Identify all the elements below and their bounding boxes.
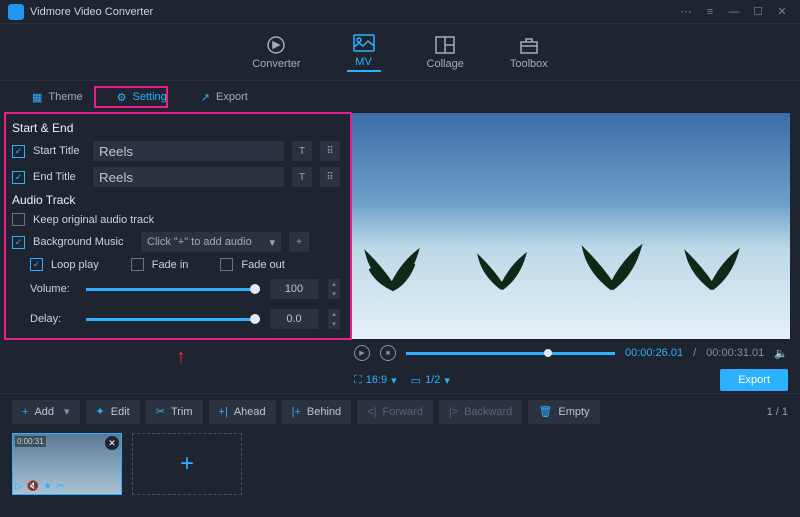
progress-slider[interactable] xyxy=(406,352,615,355)
end-title-font-button[interactable]: T xyxy=(292,167,312,187)
app-title: Vidmore Video Converter xyxy=(30,6,153,18)
start-title-input[interactable] xyxy=(93,141,284,161)
keep-original-label: Keep original audio track xyxy=(33,214,154,226)
end-title-input[interactable] xyxy=(93,167,284,187)
nav-converter[interactable]: Converter xyxy=(252,35,300,70)
ahead-button[interactable]: +|Ahead xyxy=(209,400,276,424)
page-icon: ▭ xyxy=(411,374,421,387)
fade-out-checkbox[interactable] xyxy=(220,258,233,271)
loop-play-checkbox[interactable]: ✓ xyxy=(30,258,43,271)
page-selector[interactable]: ▭1/2▾ xyxy=(411,374,450,387)
trim-button[interactable]: ✂Trim xyxy=(146,400,203,424)
forward-button[interactable]: <|Forward xyxy=(357,400,433,424)
collage-icon xyxy=(434,35,456,55)
wand-icon: ✦ xyxy=(96,405,105,418)
mv-icon xyxy=(353,33,375,53)
minimize-icon[interactable]: — xyxy=(724,2,744,22)
nav-toolbox[interactable]: Toolbox xyxy=(510,35,548,70)
settings-panel: Start & End ✓ Start Title T ⠿ ✓ End Titl… xyxy=(0,113,352,393)
forward-icon: <| xyxy=(367,406,376,418)
start-title-checkbox[interactable]: ✓ xyxy=(12,145,25,158)
clip-thumbnail[interactable]: 0:00:31 ✕ ▷ 🔇 ★ ✂ xyxy=(12,433,122,495)
volume-down[interactable]: ▾ xyxy=(328,289,340,299)
ratio-selector[interactable]: ⛶16:9▾ xyxy=(354,374,397,387)
volume-icon[interactable]: 🔈 xyxy=(774,347,788,360)
audio-track-heading: Audio Track xyxy=(12,193,340,207)
end-title-effect-button[interactable]: ⠿ xyxy=(320,167,340,187)
play-button[interactable]: ▶ xyxy=(354,345,370,361)
delay-value[interactable]: 0.0 xyxy=(270,309,318,329)
menu-icon[interactable]: ≡ xyxy=(700,2,720,22)
clip-duration: 0:00:31 xyxy=(15,436,46,447)
time-current: 00:00:26.01 xyxy=(625,347,683,359)
chevron-down-icon: ▾ xyxy=(64,405,70,418)
tab-setting[interactable]: ⚙Setting xyxy=(109,87,175,108)
maximize-icon[interactable]: ☐ xyxy=(748,2,768,22)
start-title-font-button[interactable]: T xyxy=(292,141,312,161)
fade-in-checkbox[interactable] xyxy=(131,258,144,271)
nav-mv[interactable]: MV xyxy=(347,33,381,72)
tab-theme[interactable]: ▦Theme xyxy=(24,87,91,108)
export-icon: ↗ xyxy=(201,91,210,104)
start-title-label: Start Title xyxy=(33,145,85,157)
volume-slider[interactable] xyxy=(86,288,260,291)
ahead-icon: +| xyxy=(219,406,228,418)
bg-music-checkbox[interactable]: ✓ xyxy=(12,236,25,249)
feedback-icon[interactable]: ⋯ xyxy=(676,2,696,22)
delay-slider[interactable] xyxy=(86,318,260,321)
plus-icon: + xyxy=(22,406,28,418)
converter-icon xyxy=(265,35,287,55)
stop-button[interactable]: ■ xyxy=(380,345,396,361)
trash-icon: 🗑 xyxy=(538,405,552,418)
gear-icon: ⚙ xyxy=(117,91,127,104)
bg-music-label: Background Music xyxy=(33,236,133,248)
keep-original-checkbox[interactable] xyxy=(12,213,25,226)
empty-button[interactable]: 🗑Empty xyxy=(528,400,599,424)
backward-icon: |> xyxy=(449,406,458,418)
clip-mute-icon[interactable]: 🔇 xyxy=(27,481,39,492)
delay-down[interactable]: ▾ xyxy=(328,319,340,329)
volume-label: Volume: xyxy=(30,283,76,295)
chevron-down-icon: ▾ xyxy=(269,236,275,249)
export-button[interactable]: Export xyxy=(720,369,788,391)
start-end-heading: Start & End xyxy=(12,121,340,135)
delay-label: Delay: xyxy=(30,313,76,325)
behind-icon: |+ xyxy=(292,406,301,418)
add-audio-button[interactable]: + xyxy=(289,232,309,252)
add-button[interactable]: +Add▾ xyxy=(12,400,80,424)
preview-video xyxy=(352,113,790,339)
chevron-down-icon: ▾ xyxy=(391,374,397,387)
clip-play-icon[interactable]: ▷ xyxy=(15,481,23,492)
toolbox-icon xyxy=(518,35,540,55)
nav-collage[interactable]: Collage xyxy=(427,35,464,70)
time-total: 00:00:31.01 xyxy=(706,347,764,359)
bg-music-dropdown[interactable]: Click "+" to add audio▾ xyxy=(141,232,281,252)
edit-button[interactable]: ✦Edit xyxy=(86,400,140,424)
add-clip-slot[interactable]: + xyxy=(132,433,242,495)
behind-button[interactable]: |+Behind xyxy=(282,400,352,424)
volume-up[interactable]: ▴ xyxy=(328,279,340,289)
scissors-icon: ✂ xyxy=(156,405,165,418)
chevron-down-icon: ▾ xyxy=(444,374,450,387)
plus-icon: + xyxy=(180,450,194,478)
end-title-label: End Title xyxy=(33,171,85,183)
clip-edit-icon[interactable]: ✂ xyxy=(56,481,64,492)
backward-button[interactable]: |>Backward xyxy=(439,400,523,424)
app-logo xyxy=(8,4,24,20)
close-icon[interactable]: ✕ xyxy=(772,2,792,22)
theme-icon: ▦ xyxy=(32,91,42,104)
volume-value[interactable]: 100 xyxy=(270,279,318,299)
end-title-checkbox[interactable]: ✓ xyxy=(12,171,25,184)
delay-up[interactable]: ▴ xyxy=(328,309,340,319)
start-title-effect-button[interactable]: ⠿ xyxy=(320,141,340,161)
page-count: 1 / 1 xyxy=(767,406,788,418)
tab-export[interactable]: ↗Export xyxy=(193,87,256,108)
ratio-icon: ⛶ xyxy=(354,374,362,387)
remove-clip-button[interactable]: ✕ xyxy=(105,436,119,450)
clip-star-icon[interactable]: ★ xyxy=(43,481,52,492)
